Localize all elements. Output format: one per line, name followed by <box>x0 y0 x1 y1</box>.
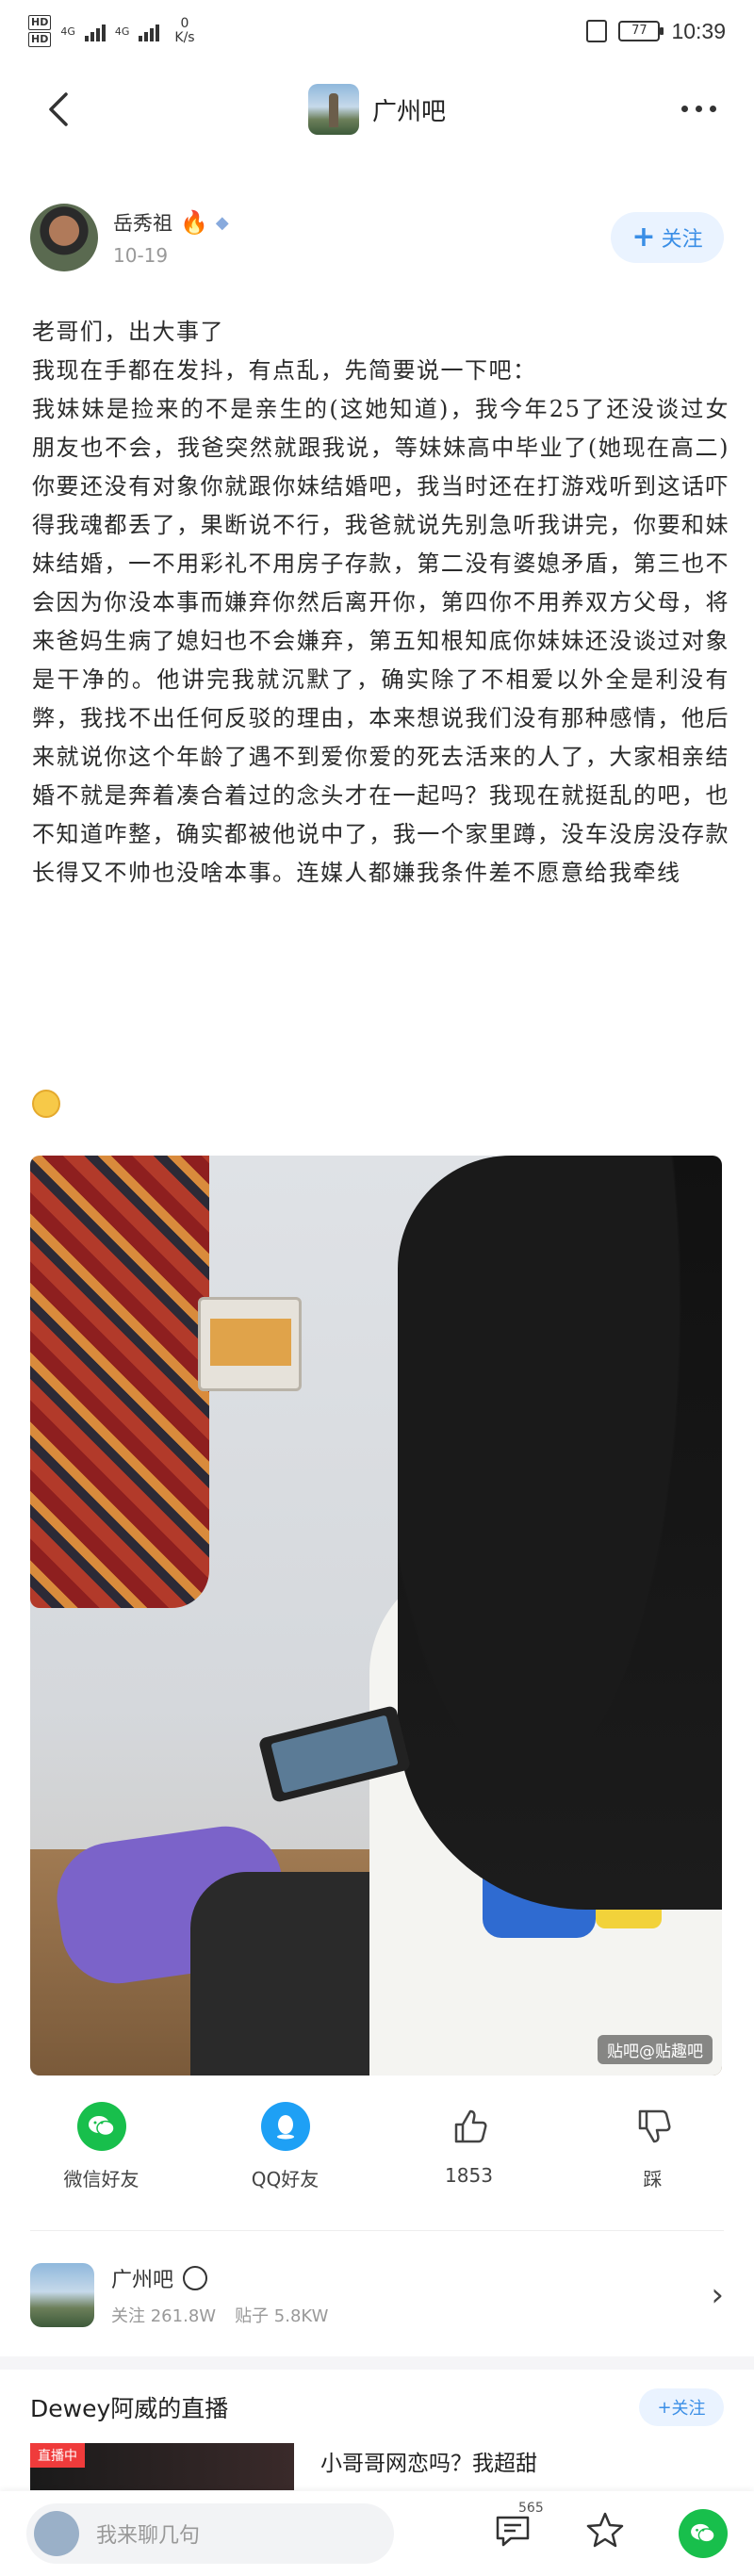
chevron-right-icon: › <box>711 2276 724 2314</box>
sim1-label: HD <box>28 15 52 30</box>
signal2-icon <box>139 21 160 41</box>
speed-value: 0 <box>180 16 189 31</box>
emoji-icon <box>32 1090 60 1118</box>
comment-input[interactable]: 我来聊几句 <box>26 2503 394 2564</box>
forum-stats: 关注 261.8W 贴子 5.8KW <box>111 2303 328 2327</box>
live-section-header: Dewey阿威的直播 + 关注 <box>30 2379 724 2436</box>
forum-avatar <box>307 84 359 135</box>
plus-icon: + <box>631 221 656 254</box>
forum-posts-label: 贴子 <box>235 2306 270 2326</box>
dislike-button[interactable]: 踩 <box>587 2102 719 2224</box>
net-speed: 0 K/s <box>174 17 194 45</box>
forum-follow-label: 关注 <box>111 2306 145 2326</box>
author-name[interactable]: 岳秀祖 <box>113 208 172 237</box>
live-thumbnail[interactable]: 直播中 <box>30 2443 294 2490</box>
signal1-icon <box>84 21 106 41</box>
battery-level: 77 <box>631 24 647 38</box>
thumbs-up-icon <box>445 2102 494 2151</box>
battery-icon: 77 <box>618 21 664 41</box>
thumbs-down-icon <box>629 2102 678 2151</box>
follow-live-button[interactable]: + 关注 <box>639 2388 724 2426</box>
fire-icon: 🔥 <box>180 209 208 236</box>
post-body: 老哥们，出大事了 我现在手都在发抖，有点乱，先简要说一下吧： 我妹妹是捡来的不是… <box>32 319 729 886</box>
divider <box>30 2230 724 2231</box>
section-divider <box>0 2356 754 2370</box>
wechat-icon <box>691 2523 715 2543</box>
share-qq-button[interactable]: QQ好友 <box>220 2102 352 2224</box>
forum-card[interactable]: 广州吧 关注 261.8W 贴子 5.8KW › <box>30 2253 724 2338</box>
sim-indicator: HD HD <box>28 14 52 48</box>
forum-card-name: 广州吧 <box>111 2269 174 2292</box>
forum-level-icon <box>183 2266 208 2290</box>
wechat-icon <box>76 2102 126 2151</box>
author-avatar[interactable] <box>30 204 98 271</box>
comment-placeholder: 我来聊几句 <box>96 2524 201 2548</box>
live-caption[interactable]: 小哥哥网恋吗？我超甜 <box>320 2445 537 2477</box>
forum-card-avatar <box>30 2263 94 2327</box>
comments-button[interactable]: 565 <box>494 2501 544 2556</box>
share-wechat-button[interactable]: 微信好友 <box>36 2102 168 2224</box>
share-wechat-label: 微信好友 <box>63 2168 139 2190</box>
share-qq-label: QQ好友 <box>251 2168 320 2190</box>
share-row: 微信好友 QQ好友 1853 踩 <box>0 2102 754 2224</box>
qq-icon <box>260 2102 310 2151</box>
like-button[interactable]: 1853 <box>403 2102 535 2224</box>
live-tag: 直播中 <box>30 2443 85 2468</box>
more-options-icon[interactable] <box>681 106 716 112</box>
favorite-button[interactable] <box>586 2511 624 2557</box>
vibrate-icon <box>586 20 608 42</box>
comment-icon <box>496 2516 530 2546</box>
speed-unit: K/s <box>174 30 195 45</box>
live-follow-label: 关注 <box>671 2399 706 2419</box>
forum-title: 广州吧 <box>371 97 446 126</box>
star-icon <box>586 2512 624 2547</box>
user-avatar <box>34 2511 79 2556</box>
network2-label: 4G <box>114 25 130 38</box>
post-date: 10-19 <box>113 244 169 267</box>
live-title[interactable]: Dewey阿威的直播 <box>30 2390 228 2424</box>
sim2-label: HD <box>28 32 52 47</box>
network1-label: 4G <box>60 25 75 38</box>
post-image[interactable]: 贴吧@贴趣吧 <box>30 1156 722 2076</box>
nav-bar: 广州吧 <box>0 62 754 156</box>
wechat-share-button[interactable] <box>679 2509 728 2558</box>
forum-posts-count: 5.8KW <box>273 2306 329 2326</box>
bottom-bar: 我来聊几句 565 <box>0 2491 754 2576</box>
author-row: 岳秀祖 🔥 ◆ 10-19 + 关注 <box>30 200 724 275</box>
forum-header[interactable]: 广州吧 <box>307 84 446 135</box>
follow-label: 关注 <box>661 228 703 252</box>
diamond-icon: ◆ <box>215 212 229 233</box>
comment-count: 565 <box>518 2500 544 2516</box>
clock: 10:39 <box>671 18 726 43</box>
dislike-label: 踩 <box>643 2168 663 2190</box>
image-watermark: 贴吧@贴趣吧 <box>598 2035 713 2064</box>
status-bar: HD HD 4G 4G 0 K/s 77 10:39 <box>0 0 754 62</box>
back-arrow-icon[interactable] <box>41 90 79 128</box>
like-count: 1853 <box>445 2164 493 2187</box>
follow-author-button[interactable]: + 关注 <box>611 212 724 263</box>
forum-follow-count: 261.8W <box>150 2306 217 2326</box>
